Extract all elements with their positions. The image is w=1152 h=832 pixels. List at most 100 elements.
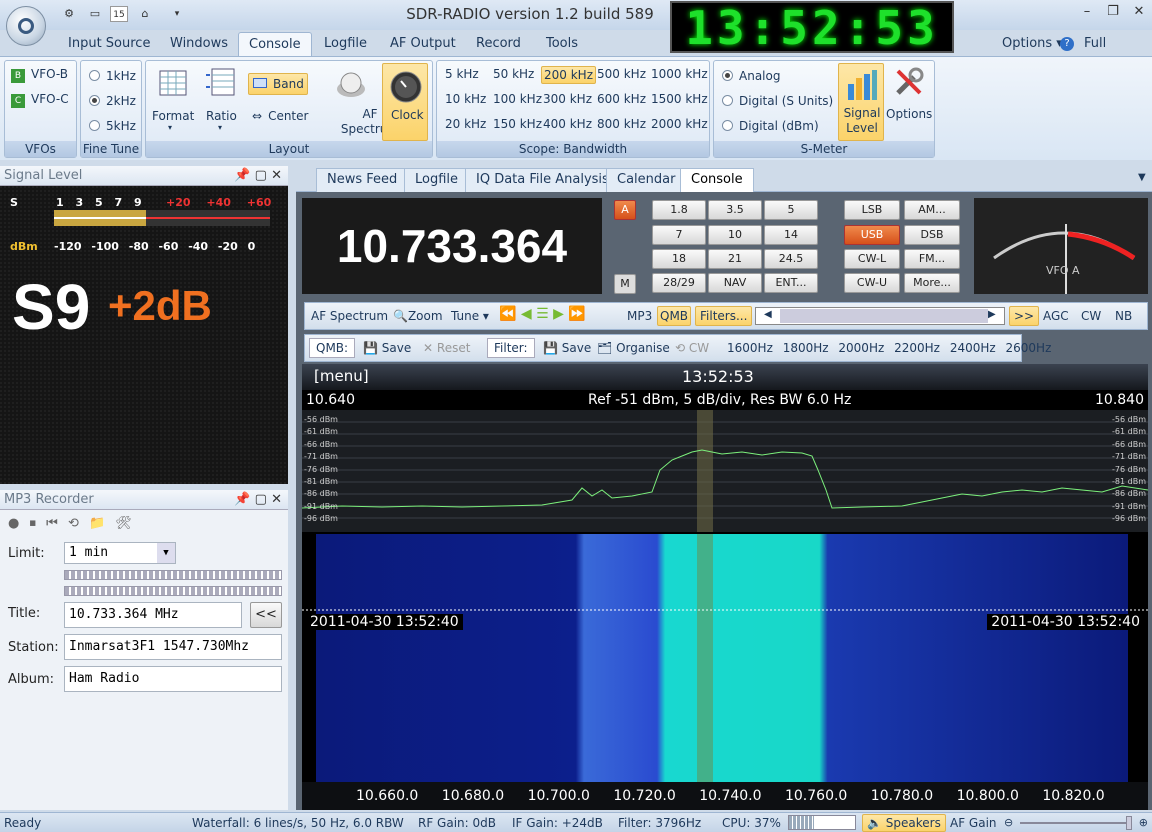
band-button[interactable]: Band <box>248 73 308 95</box>
mode-button[interactable]: CW-L <box>844 249 900 269</box>
keypad-button[interactable]: NAV <box>708 273 762 293</box>
mode-button[interactable]: DSB <box>904 225 960 245</box>
keypad-button[interactable]: 18 <box>652 249 706 269</box>
qmb-reset-button[interactable]: ✕ Reset <box>423 341 470 355</box>
keypad-button[interactable]: 3.5 <box>708 200 762 220</box>
scroll-right-icon[interactable]: ▶ <box>988 309 1002 323</box>
full-screen-button[interactable]: Full Screen <box>1074 32 1152 75</box>
center-button[interactable]: ⇔ Center <box>252 109 308 123</box>
mp3-button[interactable]: MP3 <box>627 309 652 323</box>
qmb-button[interactable]: QMB <box>657 306 692 326</box>
record-icon[interactable]: ● <box>8 516 19 531</box>
filter-cw-button[interactable]: ⟲ CW <box>675 341 709 355</box>
cw-button[interactable]: CW <box>1081 309 1101 323</box>
bandwidth-option[interactable]: 2000 kHz <box>649 116 710 132</box>
smeter-digital-dbm[interactable]: Digital (dBm) <box>722 119 819 133</box>
memory-button[interactable]: M <box>614 274 636 294</box>
minus-icon[interactable]: ⊖ <box>1004 816 1013 829</box>
bandwidth-option[interactable]: 5 kHz <box>443 66 481 82</box>
more-button[interactable]: >> <box>1009 306 1040 326</box>
doc-tab-calendar[interactable]: Calendar <box>606 168 687 192</box>
format-button[interactable]: Format <box>152 109 194 123</box>
qmb-save-button[interactable]: 💾 Save <box>363 341 411 355</box>
keypad-button[interactable]: 14 <box>764 225 818 245</box>
loop-icon[interactable]: ⟲ <box>68 516 79 531</box>
mode-button[interactable]: More... <box>904 273 960 293</box>
spectrum-scope[interactable]: [menu] 13:52:53 10.640 Ref -51 dBm, 5 dB… <box>302 364 1148 810</box>
settings-icon[interactable]: ⚙ <box>60 6 78 22</box>
home-icon[interactable]: ⌂ <box>136 6 154 22</box>
tune-nav-icons[interactable]: ⏪ ◀ ☰ ▶ ⏩ <box>499 306 586 322</box>
vfo-c-button[interactable]: C VFO-C <box>11 92 69 108</box>
scope-menu-button[interactable]: [menu] <box>314 367 369 385</box>
bandwidth-option[interactable]: 400 kHz <box>541 116 594 132</box>
stop-icon[interactable]: ⏹ <box>29 516 36 531</box>
mode-button[interactable]: AM... <box>904 200 960 220</box>
app-menu-button[interactable] <box>6 6 46 46</box>
keypad-button[interactable]: 1.8 <box>652 200 706 220</box>
filter-preset[interactable]: 2200Hz <box>894 341 940 355</box>
af-gain-slider[interactable]: ⊖ ⊕ <box>1004 816 1148 830</box>
tab-console[interactable]: Console <box>238 32 312 56</box>
title-input[interactable]: 10.733.364 MHz <box>64 602 242 628</box>
bandwidth-option[interactable]: 10 kHz <box>443 91 488 107</box>
filter-preset[interactable]: 1600Hz <box>727 341 773 355</box>
bandwidth-option[interactable]: 150 kHz <box>491 116 544 132</box>
scroll-thumb[interactable] <box>780 309 988 323</box>
tab-input-source[interactable]: Input Source <box>58 32 160 56</box>
mode-button[interactable]: USB <box>844 225 900 245</box>
zoom-button[interactable]: 🔍Zoom <box>393 309 443 323</box>
restore-button[interactable]: ❐ <box>1102 4 1124 22</box>
keypad-button[interactable]: 28/29 <box>652 273 706 293</box>
tab-logfile[interactable]: Logfile <box>314 32 377 56</box>
nb-button[interactable]: NB <box>1115 309 1132 323</box>
tab-af-output[interactable]: AF Output <box>380 32 466 56</box>
tab-windows[interactable]: Windows <box>160 32 238 56</box>
tabs-dropdown-icon[interactable]: ▼ <box>1138 172 1146 183</box>
frequency-display[interactable]: 10.733.364 <box>302 198 602 294</box>
signal-level-button[interactable]: Signal Level <box>838 63 884 141</box>
mode-button[interactable]: CW-U <box>844 273 900 293</box>
organise-button[interactable]: 🗂 Organise <box>597 341 670 355</box>
fine-tune-5khz[interactable]: 5kHz <box>89 119 136 133</box>
clock-button[interactable]: Clock <box>382 63 428 141</box>
calendar-icon[interactable]: 15 <box>110 6 128 22</box>
bandwidth-option[interactable]: 600 kHz <box>595 91 648 107</box>
bandwidth-option[interactable]: 800 kHz <box>595 116 648 132</box>
smeter-digital-s[interactable]: Digital (S Units) <box>722 94 833 108</box>
tune-button[interactable]: Tune ▾ <box>451 309 489 323</box>
qat-dropdown-icon[interactable]: ▾ <box>168 6 186 22</box>
speakers-button[interactable]: 🔈 Speakers <box>862 814 946 832</box>
vfo-a-button[interactable]: A <box>614 200 636 220</box>
smeter-options-button[interactable]: Options <box>886 107 932 121</box>
panel-controls[interactable]: 📌 ▢ ✕ <box>234 490 282 510</box>
bandwidth-option[interactable]: 200 kHz <box>541 66 596 84</box>
bandwidth-option[interactable]: 20 kHz <box>443 116 488 132</box>
doc-tab-news-feed[interactable]: News Feed <box>316 168 409 192</box>
settings-icon[interactable]: 🛠 <box>115 516 132 531</box>
filter-save-button[interactable]: 💾 Save <box>543 341 591 355</box>
fine-tune-1khz[interactable]: 1kHz <box>89 69 136 83</box>
tune-scrollbar[interactable]: ◀ ▶ <box>755 307 1005 325</box>
close-button[interactable]: ✕ <box>1128 4 1150 22</box>
mode-button[interactable]: LSB <box>844 200 900 220</box>
bandwidth-option[interactable]: 300 kHz <box>541 91 594 107</box>
back-button[interactable]: << <box>250 602 282 628</box>
help-icon[interactable]: ? <box>1060 37 1074 51</box>
bandwidth-option[interactable]: 50 kHz <box>491 66 536 82</box>
filter-preset[interactable]: 2400Hz <box>950 341 996 355</box>
agc-button[interactable]: AGC <box>1043 309 1069 323</box>
smeter-analog[interactable]: Analog <box>722 69 780 83</box>
tab-tools[interactable]: Tools <box>536 32 588 56</box>
keypad-button[interactable]: 24.5 <box>764 249 818 269</box>
station-input[interactable]: Inmarsat3F1 1547.730Mhz <box>64 634 282 660</box>
doc-tab-iq-analysis[interactable]: IQ Data File Analysis <box>465 168 620 192</box>
keypad-button[interactable]: 10 <box>708 225 762 245</box>
fine-tune-2khz[interactable]: 2kHz <box>89 94 136 108</box>
panel-controls[interactable]: 📌 ▢ ✕ <box>234 166 282 186</box>
plus-icon[interactable]: ⊕ <box>1139 816 1148 829</box>
mode-button[interactable]: FM... <box>904 249 960 269</box>
doc-tab-logfile[interactable]: Logfile <box>404 168 470 192</box>
bandwidth-option[interactable]: 1500 kHz <box>649 91 710 107</box>
keypad-button[interactable]: ENT... <box>764 273 818 293</box>
